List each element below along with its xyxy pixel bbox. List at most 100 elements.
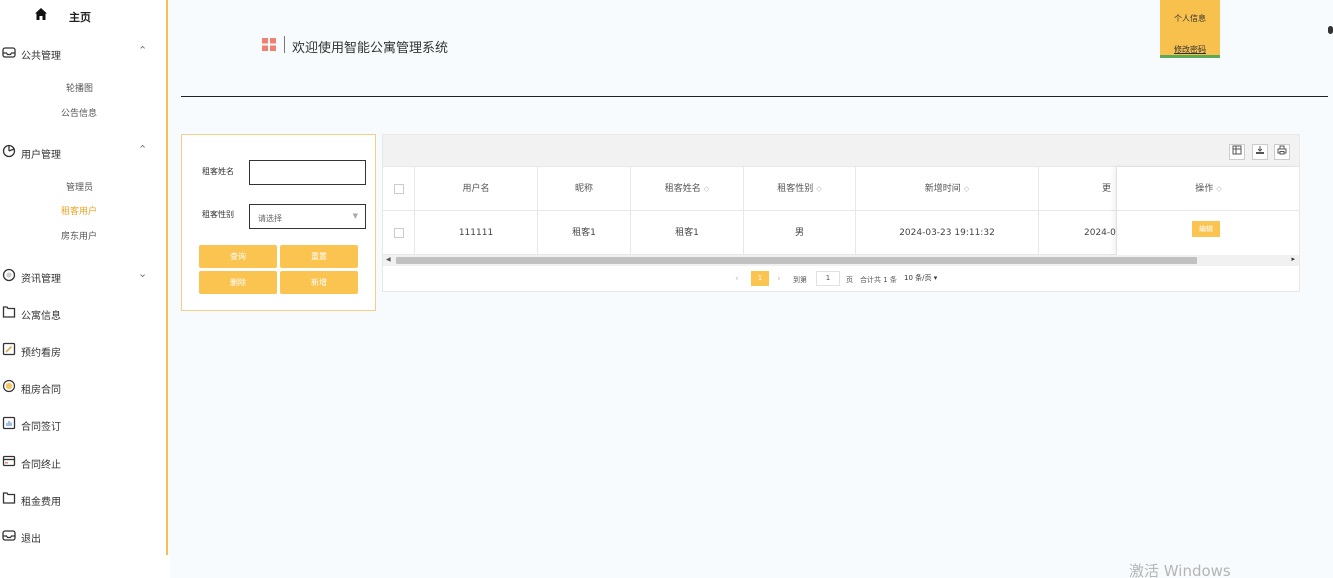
- column-header-label: 用户名: [462, 184, 490, 194]
- sidebar-home-label: 主页: [69, 11, 91, 24]
- select-all-checkbox[interactable]: [393, 183, 404, 194]
- sidebar-item-label: 退出: [21, 534, 41, 545]
- cell-tenant-name: 租客1: [631, 211, 744, 255]
- table-card: 用户名 昵称 租客姓名 ◇ 租客性别 ◇ 新增时间 ◇ 更 111111 租客1 租客…: [382, 134, 1300, 292]
- select-all-cell: [383, 167, 415, 211]
- sidebar-item-label: 合同签订: [21, 422, 61, 433]
- sidebar-item-label: 用户管理: [21, 150, 61, 161]
- sidebar-sub-label: 轮播图: [66, 84, 94, 94]
- goto-page-input[interactable]: 1: [816, 271, 840, 286]
- column-header-created-time[interactable]: 新增时间 ◇: [856, 167, 1039, 211]
- gold-circle-icon: [2, 379, 16, 393]
- chevron-down-icon: ⌄: [138, 267, 148, 280]
- sort-icon[interactable]: ◇: [1216, 185, 1221, 193]
- operation-column: 操作 ◇ 编辑: [1116, 167, 1300, 255]
- column-header-label: 更: [1101, 184, 1111, 194]
- sidebar-item-users[interactable]: 用户管理 ⌃: [0, 142, 166, 162]
- sort-icon[interactable]: ◇: [816, 185, 821, 193]
- folder-icon: [2, 306, 16, 318]
- tenant-name-label: 租客姓名: [202, 167, 234, 176]
- tenant-name-input[interactable]: [249, 160, 366, 185]
- column-header-username: 用户名: [415, 167, 538, 211]
- sidebar-item-viewing[interactable]: 预约看房: [0, 340, 166, 360]
- windows-activation-watermark: 激活 Windows: [1129, 562, 1231, 578]
- sidebar-item-news[interactable]: 资讯管理 ⌄: [0, 266, 166, 286]
- cell-nickname: 租客1: [538, 211, 631, 255]
- sidebar-item-public[interactable]: 公共管理 ⌃: [0, 43, 166, 63]
- sidebar-item-apartments[interactable]: 公寓信息: [0, 303, 166, 323]
- prev-page-icon[interactable]: ‹: [735, 274, 739, 284]
- page-unit-label: 页: [846, 276, 853, 284]
- query-button[interactable]: 查询: [199, 245, 277, 268]
- edit-note-icon: [2, 342, 16, 356]
- add-button[interactable]: 新增: [280, 271, 358, 294]
- scrollbar-thumb[interactable]: [396, 257, 1197, 264]
- delete-button[interactable]: 删除: [199, 271, 277, 294]
- horizontal-scrollbar[interactable]: ◀ ▸: [383, 255, 1299, 266]
- tenant-gender-select[interactable]: 请选择 ▼: [249, 204, 366, 229]
- sort-icon[interactable]: ◇: [964, 185, 969, 193]
- sidebar-sub-landlords[interactable]: 房东用户: [0, 227, 166, 243]
- page-size-value: 10 条/页: [904, 274, 932, 282]
- sidebar-item-contracts[interactable]: 租房合同: [0, 377, 166, 397]
- page-title-text: 欢迎使用智能公寓管理系统: [292, 41, 449, 56]
- sidebar-item-label: 资讯管理: [21, 274, 61, 285]
- scroll-left-arrow-icon[interactable]: ◀: [386, 256, 391, 263]
- grid-icon: [262, 38, 276, 51]
- sidebar-item-contract-termination[interactable]: 合同终止: [0, 452, 166, 472]
- column-header-label: 新增时间: [924, 184, 961, 194]
- sidebar-sub-label: 管理员: [66, 183, 94, 193]
- table-toolbar: [383, 135, 1299, 167]
- column-header-label: 操作: [1195, 184, 1214, 194]
- chevron-up-icon: ⌃: [138, 143, 148, 156]
- sort-icon[interactable]: ◇: [704, 185, 709, 193]
- row-checkbox[interactable]: [393, 227, 404, 238]
- scroll-right-arrow-icon[interactable]: ▸: [1291, 255, 1295, 263]
- pie-chart-icon: [2, 144, 16, 158]
- sidebar-home[interactable]: 主页: [0, 0, 168, 32]
- current-page-button[interactable]: 1: [751, 271, 769, 286]
- next-page-icon[interactable]: ›: [777, 274, 781, 284]
- chevron-down-icon: ▾: [933, 274, 938, 282]
- sidebar-sub-tenants[interactable]: 租客用户: [0, 202, 166, 218]
- edge-mark: [1328, 26, 1333, 34]
- menu-item-profile[interactable]: 个人信息: [1160, 13, 1220, 24]
- sidebar-item-rent-fees[interactable]: 租金费用: [0, 489, 166, 509]
- column-header-tenant-gender[interactable]: 租客性别 ◇: [744, 167, 856, 211]
- cell-tenant-gender: 男: [744, 211, 856, 255]
- tenant-gender-label: 租客性别: [202, 210, 234, 219]
- sidebar-sub-announcements[interactable]: 公告信息: [0, 104, 166, 120]
- page-size-select[interactable]: 10 条/页 ▾: [904, 273, 937, 283]
- info-circle-icon: [2, 268, 16, 282]
- sidebar-item-label: 租房合同: [21, 385, 61, 396]
- sidebar-sub-label: 租客用户: [61, 207, 98, 217]
- inbox-icon: [2, 530, 16, 541]
- sidebar-item-contract-signing[interactable]: 合同签订: [0, 414, 166, 434]
- reset-button[interactable]: 重置: [280, 245, 358, 268]
- column-header-label: 租客性别: [777, 184, 814, 194]
- bar-chart-icon: [2, 416, 16, 430]
- header-divider: [181, 96, 1328, 97]
- menu-item-change-password[interactable]: 修改密码: [1160, 44, 1220, 55]
- cell-created-time: 2024-03-23 19:11:32: [856, 211, 1039, 255]
- sidebar-sub-carousel[interactable]: 轮播图: [0, 79, 166, 95]
- column-header-label: 昵称: [574, 184, 593, 194]
- inbox-icon: [2, 47, 16, 58]
- export-icon[interactable]: [1252, 144, 1268, 160]
- print-icon[interactable]: [1274, 144, 1290, 160]
- goto-label: 到第: [793, 276, 807, 284]
- row-select-cell: [383, 211, 415, 255]
- edit-button[interactable]: 编辑: [1192, 221, 1220, 237]
- sidebar-item-label: 预约看房: [21, 348, 61, 359]
- sidebar-item-label: 租金费用: [21, 497, 61, 508]
- sidebar-sub-label: 公告信息: [61, 109, 98, 119]
- sidebar-item-label: 合同终止: [21, 460, 61, 471]
- column-header-tenant-name[interactable]: 租客姓名 ◇: [631, 167, 744, 211]
- column-header-operation[interactable]: 操作 ◇: [1117, 167, 1300, 211]
- column-filter-icon[interactable]: [1229, 144, 1245, 160]
- sidebar-sub-admins[interactable]: 管理员: [0, 178, 166, 194]
- cell-username: 111111: [415, 211, 538, 255]
- search-panel: 租客姓名 租客性别 请选择 ▼ 查询 重置 删除 新增: [181, 134, 376, 311]
- user-dropdown-menu: 个人信息 修改密码: [1160, 0, 1220, 58]
- sidebar-item-logout[interactable]: 退出: [0, 526, 166, 546]
